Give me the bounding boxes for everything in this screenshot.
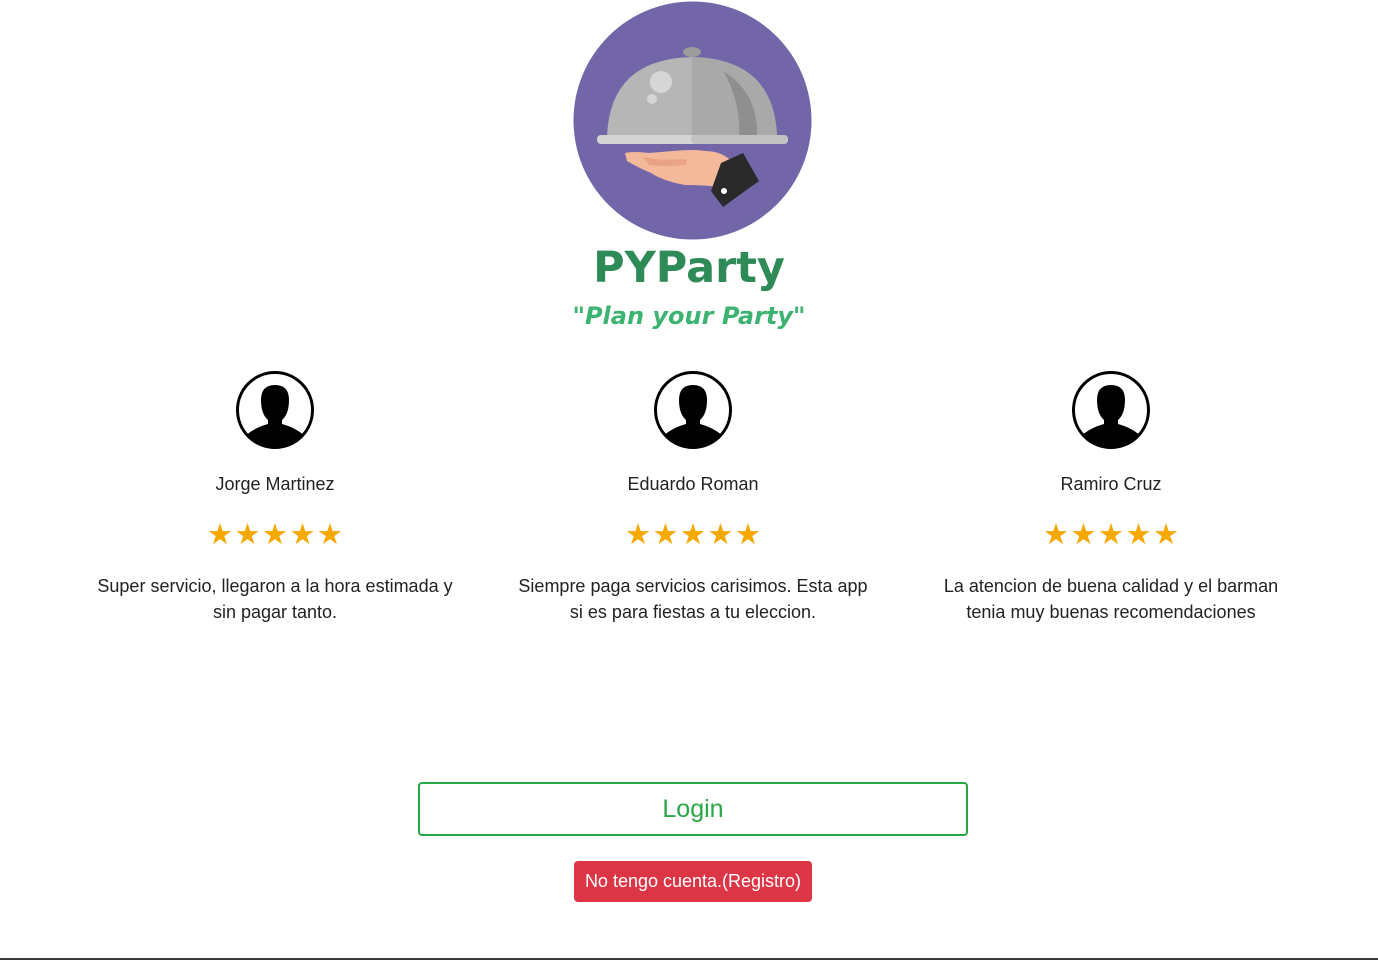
star-icon: ★ (317, 517, 343, 551)
star-icon: ★ (207, 517, 233, 551)
star-icon: ★ (1070, 517, 1097, 551)
star-rating: ★★★★★ (85, 518, 465, 550)
user-avatar-icon (1072, 371, 1150, 449)
star-icon: ★ (680, 517, 706, 551)
user-avatar-icon (654, 371, 732, 449)
review-comment: Siempre paga servicios carisimos. Esta a… (518, 576, 868, 622)
review-comment: La atencion de buena calidad y el barman… (943, 576, 1279, 622)
serving-cloche-icon (573, 1, 812, 240)
star-icon: ★ (262, 517, 288, 551)
review-comment: Super servicio, llegaron a la hora estim… (97, 576, 453, 622)
brand-tagline: "Plan your Party" (572, 302, 806, 330)
star-icon: ★ (1125, 517, 1152, 551)
brand-name: PYParty (593, 243, 785, 293)
star-icon: ★ (1043, 517, 1069, 551)
reviewer-name: Eduardo Roman (627, 474, 759, 494)
star-icon: ★ (289, 517, 316, 551)
star-icon: ★ (625, 517, 651, 551)
review-card: Ramiro Cruz ★★★★★ La atencion de buena c… (921, 370, 1301, 625)
register-button[interactable]: No tengo cuenta.(Registro) (574, 861, 812, 902)
review-card: Jorge Martinez ★★★★★ Super servicio, lle… (85, 370, 465, 625)
reviewer-name: Jorge Martinez (215, 474, 335, 494)
reviews-section: Jorge Martinez ★★★★★ Super servicio, lle… (0, 370, 1378, 660)
star-icon: ★ (234, 517, 261, 551)
star-rating: ★★★★★ (921, 518, 1301, 550)
star-icon: ★ (652, 517, 679, 551)
review-card: Eduardo Roman ★★★★★ Siempre paga servici… (503, 370, 883, 625)
landing-page: PYParty "Plan your Party" Jorge Martinez… (0, 0, 1378, 960)
reviewer-name: Ramiro Cruz (1060, 474, 1162, 494)
star-icon: ★ (735, 517, 761, 551)
star-icon: ★ (707, 517, 734, 551)
user-avatar-icon (236, 371, 314, 449)
star-rating: ★★★★★ (503, 518, 883, 550)
star-icon: ★ (1098, 517, 1124, 551)
login-button[interactable]: Login (418, 782, 968, 836)
star-icon: ★ (1153, 517, 1179, 551)
